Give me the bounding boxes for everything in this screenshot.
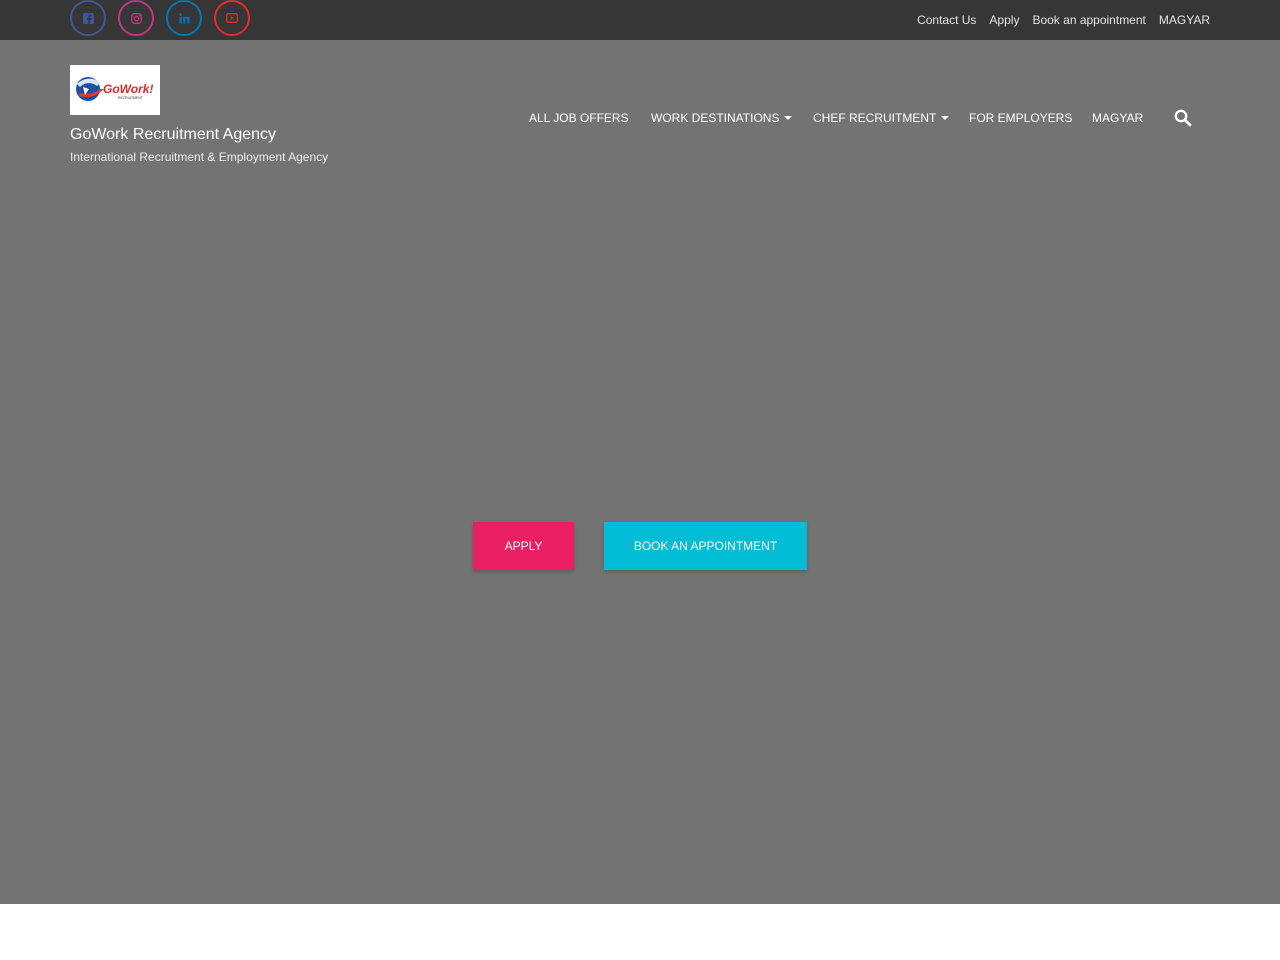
nav-for-employers[interactable]: FOR EMPLOYERS (969, 111, 1072, 125)
facebook-icon (82, 12, 94, 24)
top-link-book-appointment[interactable]: Book an appointment (1032, 12, 1145, 28)
apply-button[interactable]: APPLY (473, 522, 574, 570)
youtube-icon (226, 13, 238, 23)
nav-magyar-label: MAGYAR (1092, 111, 1144, 125)
youtube-link[interactable] (214, 0, 250, 36)
site-tagline: International Recruitment & Employment A… (70, 150, 329, 164)
caret-down-icon (941, 116, 950, 120)
top-bar: Contact Us Apply Book an appointment MAG… (0, 0, 1280, 40)
instagram-icon (130, 12, 142, 24)
nav-all-job-offers[interactable]: ALL JOB OFFERS (529, 111, 629, 125)
search-button[interactable] (1174, 109, 1192, 127)
svg-text:GoWork!: GoWork! (103, 82, 153, 96)
instagram-link[interactable] (118, 0, 154, 36)
linkedin-icon (178, 12, 190, 24)
nav-for-employers-label: FOR EMPLOYERS (969, 111, 1073, 125)
linkedin-link[interactable] (166, 0, 202, 36)
caret-down-icon (784, 116, 793, 120)
top-link-apply[interactable]: Apply (989, 12, 1019, 28)
nav-chef-recruitment[interactable]: CHEF RECRUITMENT (813, 111, 950, 125)
top-link-magyar[interactable]: MAGYAR (1159, 12, 1210, 28)
top-links: Contact Us Apply Book an appointment MAG… (917, 12, 1210, 28)
nav-chef-recruitment-label: CHEF RECRUITMENT (813, 111, 937, 125)
top-link-contact-us[interactable]: Contact Us (917, 12, 976, 28)
nav-all-job-offers-label: ALL JOB OFFERS (529, 111, 629, 125)
search-icon (1174, 109, 1192, 127)
nav-work-destinations-label: WORK DESTINATIONS (651, 111, 780, 125)
book-appointment-button[interactable]: BOOK AN APPOINTMENT (604, 522, 807, 570)
gowork-logo-graphic: GoWork! RECRUITMENT (76, 77, 153, 101)
facebook-link[interactable] (70, 0, 106, 36)
gowork-logo[interactable]: GoWork! RECRUITMENT (70, 65, 160, 115)
nav-work-destinations[interactable]: WORK DESTINATIONS (651, 111, 793, 125)
site-title[interactable]: GoWork Recruitment Agency (70, 125, 276, 145)
svg-text:RECRUITMENT: RECRUITMENT (118, 96, 143, 100)
hero-section (0, 40, 1280, 904)
nav-magyar[interactable]: MAGYAR (1092, 111, 1143, 125)
